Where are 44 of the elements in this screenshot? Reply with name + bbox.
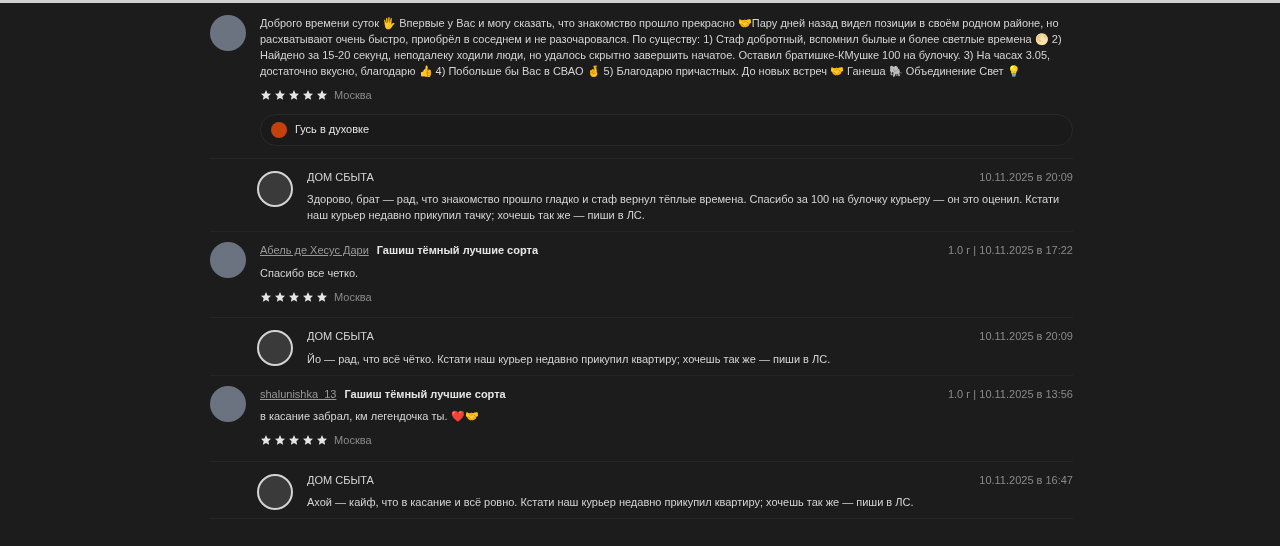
- review-text: в касание забрал, км легендочка ты. ❤🤝: [260, 409, 480, 424]
- star-icon: [274, 89, 286, 102]
- user-avatar: [210, 15, 246, 51]
- star-icon: [302, 434, 314, 447]
- reply-author: ДОМ СБЫТА: [307, 169, 374, 185]
- shop-logo: [257, 170, 293, 207]
- star-icon: [288, 434, 300, 447]
- tag-chip[interactable]: Гусь в духовке: [260, 113, 1073, 146]
- star-icon: [274, 434, 286, 447]
- reply-date: 10.11.2025 в 16:47: [979, 472, 1073, 488]
- product-name: Гашиш тёмный лучшие сорта: [344, 386, 506, 402]
- reply-text: Здорово, брат — рад, что знакомство прошло гладко и стаф вернул тёплые времена. Спасибо за 100 на булочку курьеру — он это оценил. Кстати наш курьер недавно прикупил тачку; хочешь так же — пиши в ЛС.: [307, 192, 1061, 223]
- review-text: Доброго времени суток 🖐 Впервые у Вас и могу сказать, что знакомство прошло прекрасно 🤝Пару дней назад видел позиции в своём родном районе, но расхватывают очень быстро, приобрёл в соседнем и не разочаровался. По существу: 1) Стаф добротный, вспомнил былые и более светлые времена 🌕 2) Найдено за 15-20 секунд, неподалеку ходили люди, но удалось скрытно завершить начатое. Оставил братишке-КМушке 100 на булочку. 3) На часах 3.05, достаточно вкусно, благодарю 👍 4) Побольше бы Вас в СВАО 🤞 5) Благодарю причастных. До новых встреч 🤝 Ганеша 🐘 Объединение Свет 💡: [260, 16, 1063, 79]
- user-name-link[interactable]: shalunishka_13: [260, 385, 337, 402]
- reply-author: ДОМ СБЫТА: [307, 329, 374, 344]
- tag-avatar-icon: [271, 121, 287, 138]
- star-icon: [316, 89, 328, 102]
- city-label: Москва: [334, 289, 372, 305]
- reply-date: 10.11.2025 в 20:09: [979, 329, 1073, 344]
- reply-text: Ахой — кайф, что в касание и всё ровно. Кстати наш курьер недавно прикупил квартиру; хочешь так же — пиши в ЛС.: [307, 495, 915, 510]
- star-icon: [274, 290, 286, 303]
- star-icon: [260, 89, 272, 102]
- product-name: Гашиш тёмный лучшие сорта: [376, 243, 538, 258]
- user-avatar: [210, 242, 246, 278]
- user-name-link[interactable]: Абель де Хесус Дари: [260, 242, 369, 259]
- review-meta: 1.0 г | 10.11.2025 в 17:22: [947, 243, 1073, 258]
- star-icon: [316, 290, 328, 303]
- star-icon: [260, 290, 272, 303]
- reply-text: Йо — рад, что всё чётко. Кстати наш курьер недавно прикупил квартиру; хочешь так же — пиши в ЛС.: [307, 351, 832, 367]
- reply-date: 10.11.2025 в 20:09: [979, 169, 1073, 185]
- star-icon: [288, 89, 300, 102]
- star-icon: [302, 89, 314, 102]
- star-icon: [288, 290, 300, 303]
- review-meta: 1.0 г | 10.11.2025 в 13:56: [947, 386, 1073, 402]
- star-icon: [260, 434, 272, 447]
- reply-author: ДОМ СБЫТА: [307, 472, 374, 488]
- city-label: Москва: [334, 433, 372, 448]
- shop-logo: [257, 473, 293, 510]
- review-text: Спасибо все четко.: [260, 265, 360, 281]
- star-icon: [316, 434, 328, 447]
- user-avatar: [210, 385, 246, 422]
- shop-logo: [257, 330, 293, 366]
- city-label: Москва: [334, 88, 372, 103]
- star-icon: [302, 290, 314, 303]
